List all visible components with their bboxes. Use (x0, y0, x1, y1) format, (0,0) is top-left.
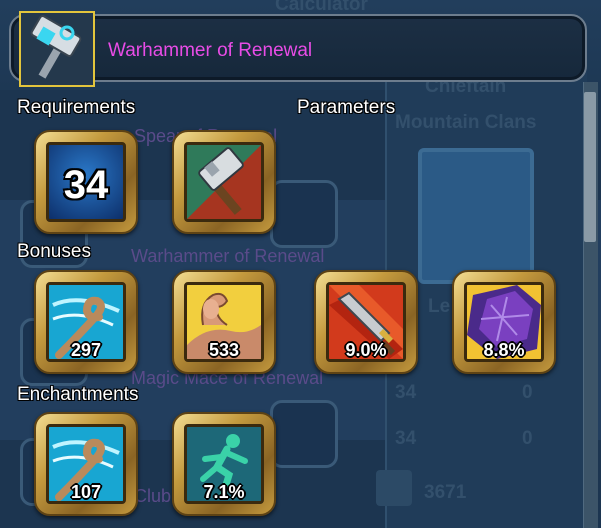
required-level-value: 34 (63, 163, 109, 207)
bonus-slot[interactable]: 8.8% (452, 270, 556, 374)
enchantment-slot[interactable]: 107 (34, 412, 138, 516)
enchantment-value: 7.1% (203, 482, 245, 502)
bonuses-heading: Bonuses (17, 241, 91, 262)
weapon-type-slot[interactable] (172, 130, 276, 234)
item-name: Warhammer of Renewal (108, 40, 313, 61)
required-level-slot[interactable]: 34 (34, 130, 138, 234)
hammer-icon (184, 142, 264, 222)
whirlwind-icon: 297 (46, 282, 126, 362)
required-level-badge: 34 (46, 142, 126, 222)
item-tooltip: Warhammer of Renewal Requirements Parame… (0, 0, 601, 528)
whirlwind-icon: 107 (46, 424, 126, 504)
enchantment-slot[interactable]: 7.1% (172, 412, 276, 516)
bonus-value: 533 (208, 340, 240, 360)
running-man-icon: 7.1% (184, 424, 264, 504)
warhammer-icon (19, 11, 95, 87)
bonus-slot[interactable]: 9.0% (314, 270, 418, 374)
sword-slash-icon: 9.0% (326, 282, 406, 362)
enchantment-value: 107 (70, 482, 102, 502)
flexed-arm-icon: 533 (184, 282, 264, 362)
shattered-shield-icon: 8.8% (464, 282, 544, 362)
bonus-value: 8.8% (483, 340, 525, 360)
parameters-heading: Parameters (297, 97, 396, 118)
bonus-slot[interactable]: 297 (34, 270, 138, 374)
bonus-slot[interactable]: 533 (172, 270, 276, 374)
bonus-value: 297 (70, 340, 102, 360)
enchantments-heading: Enchantments (17, 384, 139, 405)
bonus-value: 9.0% (345, 340, 387, 360)
requirements-heading: Requirements (17, 97, 136, 118)
